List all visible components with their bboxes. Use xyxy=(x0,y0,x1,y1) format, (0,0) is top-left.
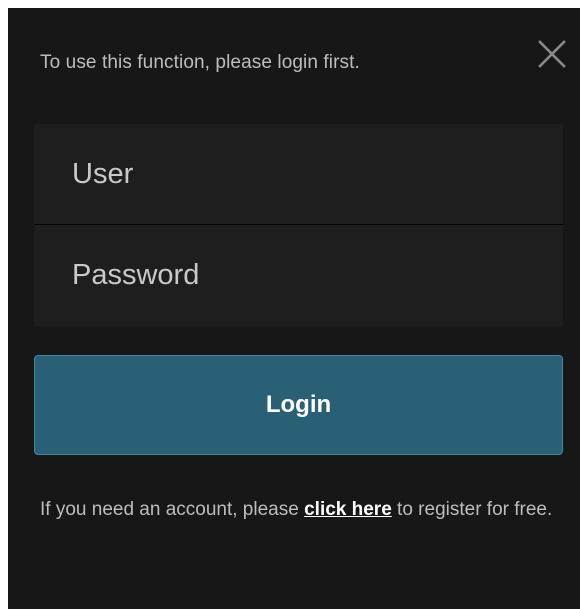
close-icon xyxy=(538,40,566,68)
user-field-container xyxy=(34,124,563,225)
login-required-message: To use this function, please login first… xyxy=(40,52,360,73)
register-suffix: to register for free. xyxy=(391,499,553,520)
register-message: If you need an account, please click her… xyxy=(40,492,560,528)
register-prefix: If you need an account, please xyxy=(40,499,305,520)
register-link[interactable]: click here xyxy=(304,499,392,520)
password-field-container xyxy=(34,225,563,326)
close-button[interactable] xyxy=(534,36,570,72)
password-input[interactable] xyxy=(72,259,563,292)
user-input[interactable] xyxy=(72,157,563,191)
login-button[interactable]: Login xyxy=(34,355,563,455)
login-dialog: To use this function, please login first… xyxy=(8,8,580,609)
